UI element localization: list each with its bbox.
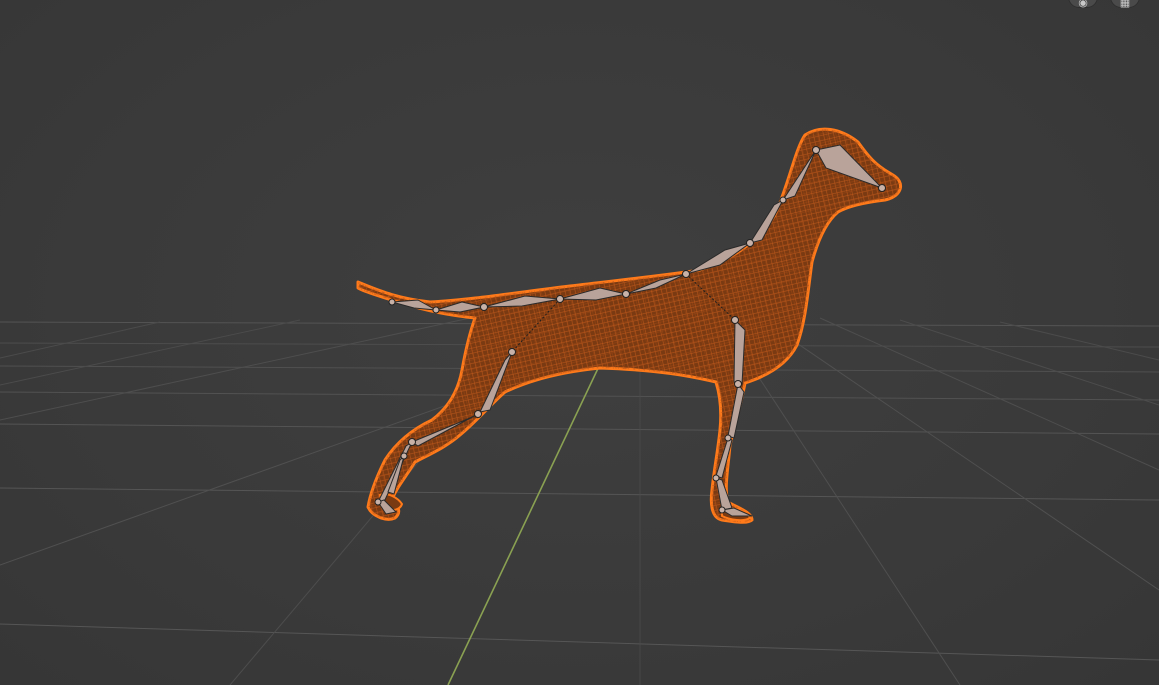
floor-grid: [0, 317, 1159, 685]
bone-joint[interactable]: [812, 146, 820, 154]
bone-joint[interactable]: [388, 298, 396, 306]
bone-joint[interactable]: [718, 506, 726, 514]
bone-joint[interactable]: [731, 316, 739, 324]
bone-joint[interactable]: [400, 452, 408, 460]
bone-joint[interactable]: [779, 196, 787, 204]
bone-joint[interactable]: [474, 410, 482, 418]
camera-icon: ◉: [1078, 0, 1088, 9]
bone-joint[interactable]: [712, 474, 720, 482]
dog-mesh[interactable]: [356, 127, 902, 524]
bone-joint[interactable]: [374, 498, 382, 506]
bone-joint[interactable]: [734, 380, 742, 388]
viewport-canvas[interactable]: [0, 0, 1159, 685]
3d-viewport[interactable]: ◉ ▦: [0, 0, 1159, 685]
bone-joint[interactable]: [480, 303, 488, 311]
wireframe-overlay-secondary: [358, 129, 901, 523]
bone-joint[interactable]: [622, 290, 630, 298]
bone-joint[interactable]: [508, 348, 516, 356]
bone-joint[interactable]: [432, 306, 440, 314]
grid-icon: ▦: [1119, 0, 1131, 9]
bone-joint[interactable]: [682, 270, 690, 278]
bone-joint[interactable]: [556, 295, 564, 303]
bone-joint[interactable]: [724, 434, 732, 442]
bone-joint[interactable]: [878, 184, 886, 192]
bone-joint[interactable]: [746, 239, 754, 247]
bone-joint[interactable]: [408, 438, 416, 446]
